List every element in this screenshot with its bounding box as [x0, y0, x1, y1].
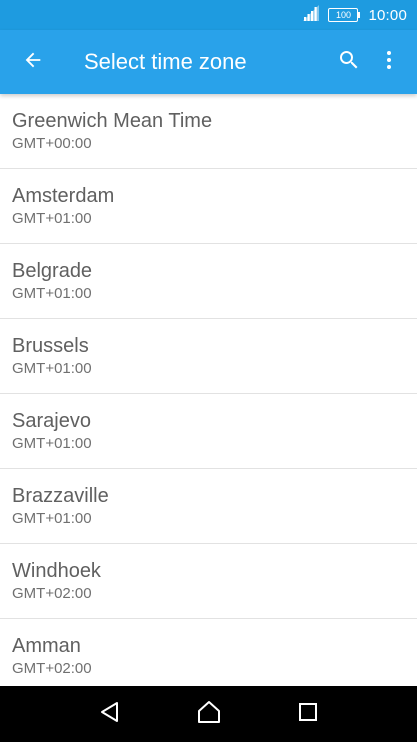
- time-zone-offset: GMT+01:00: [12, 360, 92, 377]
- app-bar: Select time zone: [0, 30, 417, 94]
- time-zone-name: Sarajevo: [12, 410, 91, 432]
- nav-back-button[interactable]: [80, 686, 140, 742]
- time-zone-name: Brazzaville: [12, 485, 109, 507]
- time-zone-name: Belgrade: [12, 260, 93, 282]
- time-zone-offset: GMT+02:00: [12, 585, 92, 602]
- time-zone-offset: GMT+01:00: [12, 435, 92, 452]
- time-zone-item[interactable]: Amman GMT+02:00: [0, 619, 417, 686]
- time-zone-item[interactable]: Sarajevo GMT+01:00: [0, 394, 417, 469]
- time-zone-name: Greenwich Mean Time: [12, 110, 213, 132]
- back-arrow-icon: [22, 49, 44, 76]
- nav-back-icon: [98, 700, 122, 729]
- status-time: 10:00: [368, 6, 407, 24]
- signal-icon: [302, 4, 320, 27]
- time-zone-offset: GMT+01:00: [12, 510, 92, 527]
- search-icon: [337, 48, 361, 77]
- nav-recents-button[interactable]: [278, 686, 338, 742]
- time-zone-name: Amman: [12, 635, 81, 657]
- battery-level: 100: [328, 8, 359, 22]
- more-vert-icon: [377, 48, 401, 77]
- search-button[interactable]: [329, 30, 369, 94]
- time-zone-offset: GMT+02:00: [12, 660, 92, 677]
- nav-home-button[interactable]: [179, 686, 239, 742]
- time-zone-name: Amsterdam: [12, 185, 115, 207]
- time-zone-list[interactable]: Greenwich Mean Time GMT+00:00 Amsterdam …: [0, 94, 417, 686]
- time-zone-offset: GMT+01:00: [12, 285, 92, 302]
- time-zone-offset: GMT+01:00: [12, 210, 92, 227]
- nav-home-icon: [196, 699, 222, 730]
- battery-icon: 100: [328, 8, 361, 22]
- time-zone-item[interactable]: Brazzaville GMT+01:00: [0, 469, 417, 544]
- nav-recents-icon: [298, 702, 318, 727]
- time-zone-name: Windhoek: [12, 560, 101, 582]
- status-bar: 100 10:00: [0, 0, 417, 30]
- time-zone-name: Brussels: [12, 335, 89, 357]
- time-zone-item[interactable]: Greenwich Mean Time GMT+00:00: [0, 94, 417, 169]
- time-zone-offset: GMT+00:00: [12, 135, 92, 152]
- overflow-menu-button[interactable]: [369, 30, 409, 94]
- time-zone-item[interactable]: Brussels GMT+01:00: [0, 319, 417, 394]
- time-zone-item[interactable]: Belgrade GMT+01:00: [0, 244, 417, 319]
- navigation-bar: [0, 686, 417, 742]
- time-zone-item[interactable]: Windhoek GMT+02:00: [0, 544, 417, 619]
- back-button[interactable]: [3, 30, 63, 94]
- time-zone-item[interactable]: Amsterdam GMT+01:00: [0, 169, 417, 244]
- page-title: Select time zone: [84, 49, 247, 74]
